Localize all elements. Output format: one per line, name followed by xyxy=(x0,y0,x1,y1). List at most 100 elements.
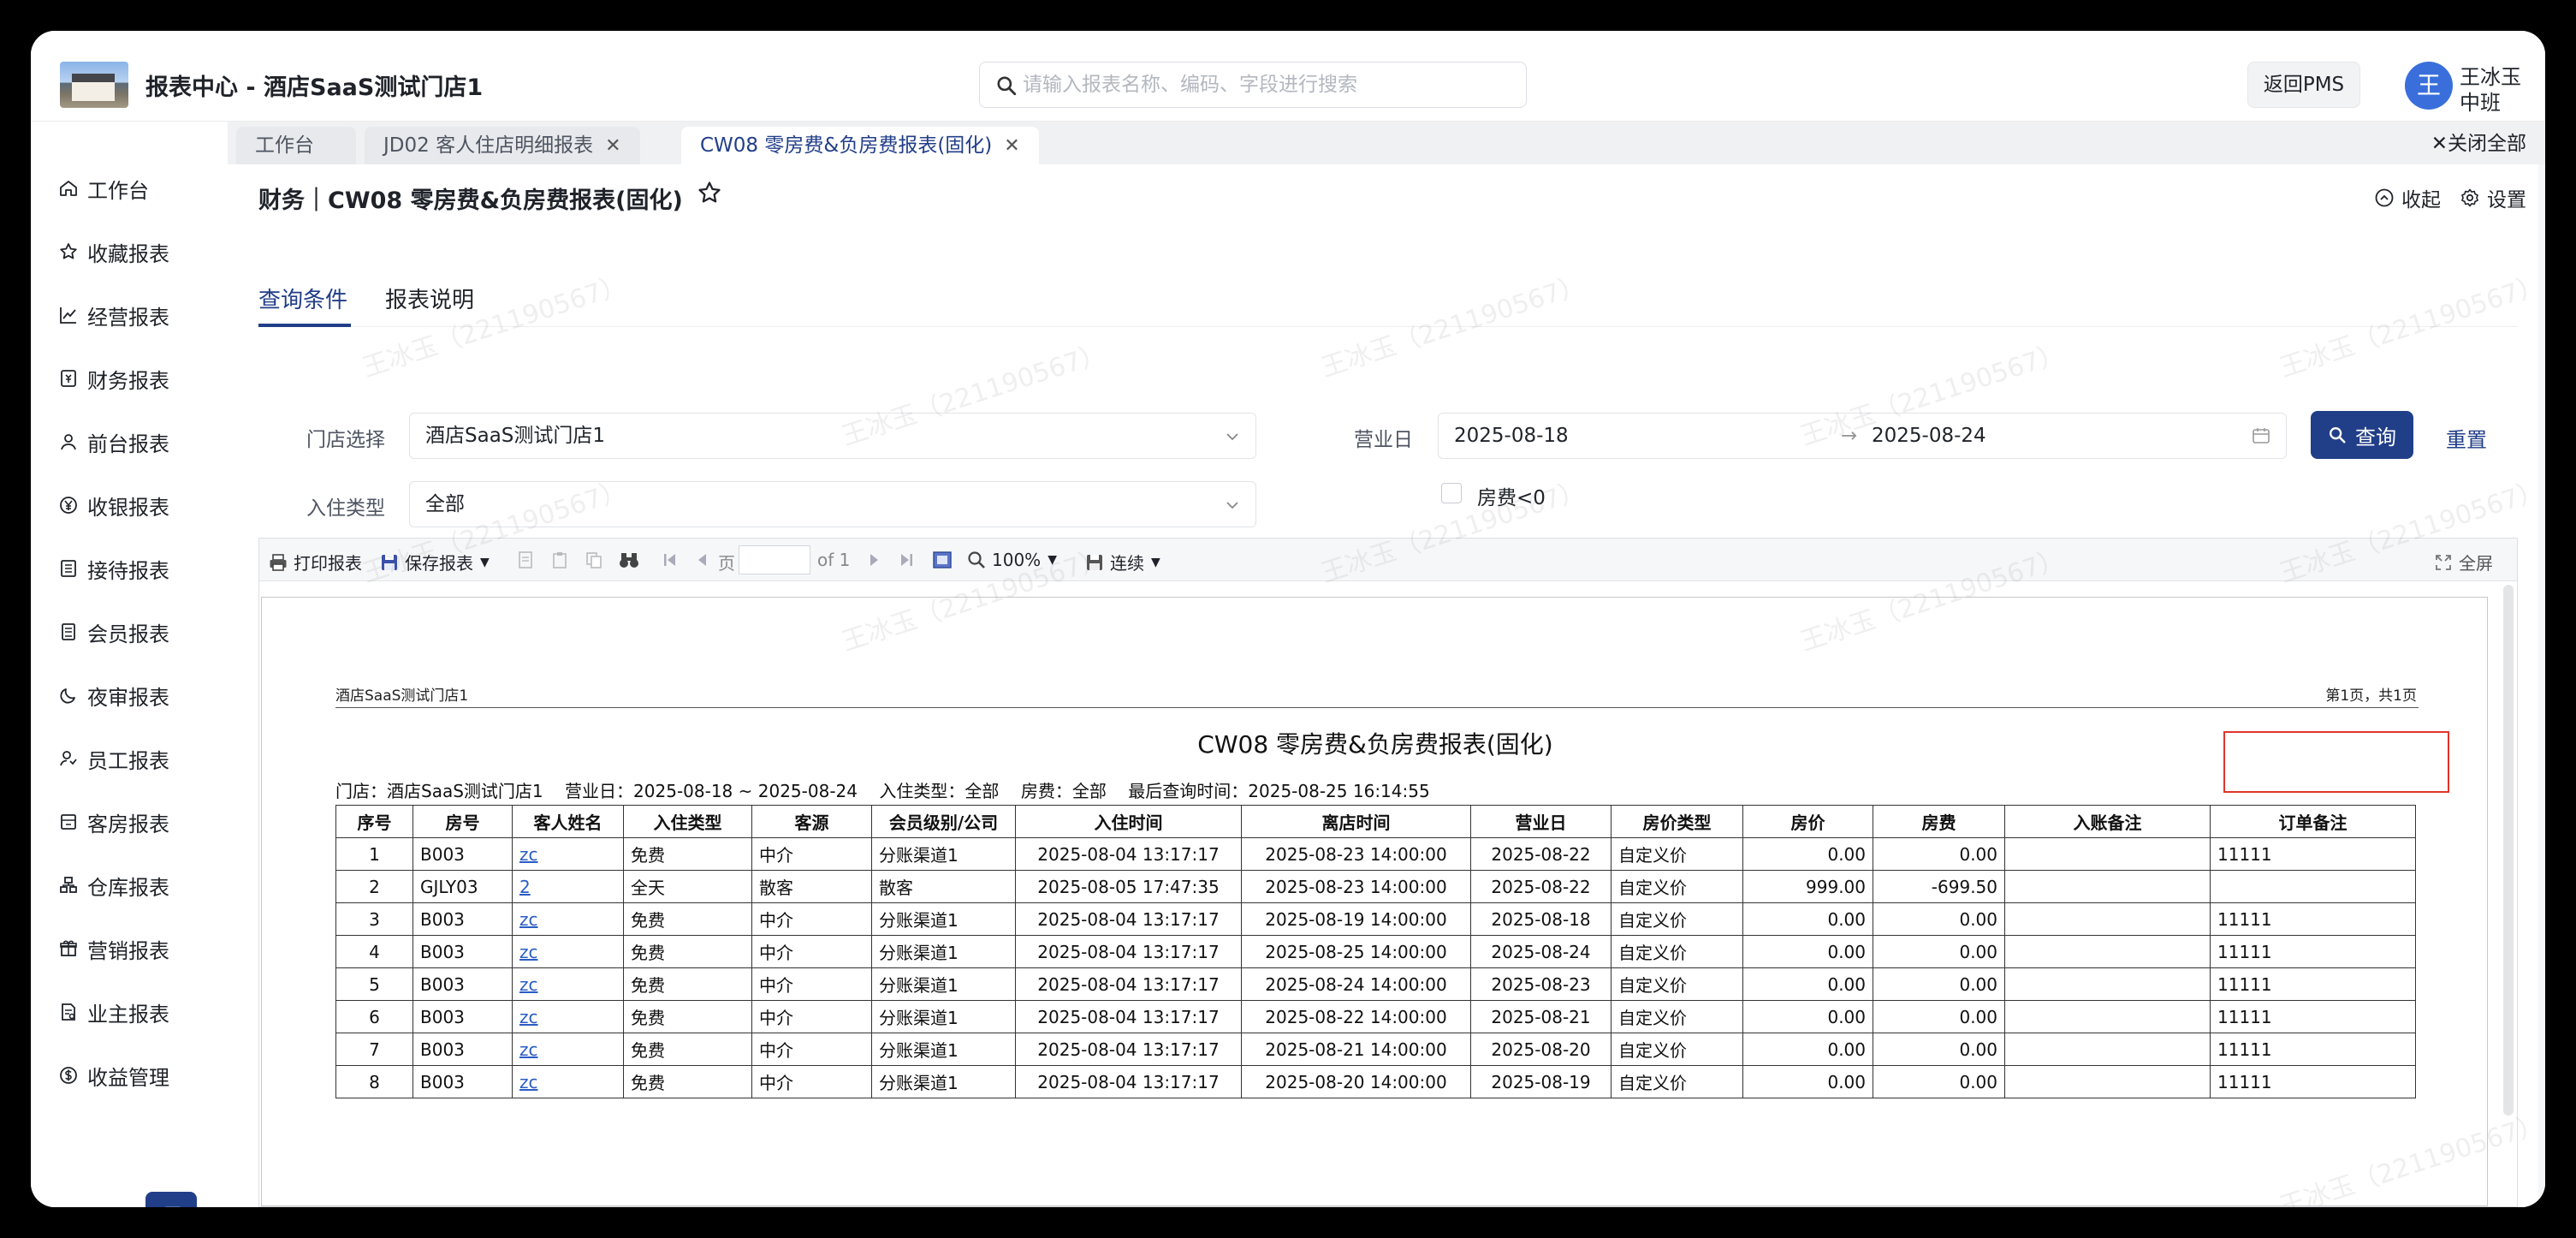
sidebar-item-5[interactable]: 前台报表 xyxy=(58,425,169,459)
table-cell: 999.00 xyxy=(1742,870,1873,903)
table-cell[interactable]: zc xyxy=(512,967,624,1001)
guest-name-link[interactable]: zc xyxy=(519,1039,538,1060)
query-button[interactable]: 查询 xyxy=(2311,411,2413,459)
sidebar-item-7[interactable]: 接待报表 xyxy=(58,551,169,586)
guest-name-link[interactable]: zc xyxy=(519,1072,538,1092)
table-cell[interactable]: zc xyxy=(512,837,624,871)
guest-name-link[interactable]: 2 xyxy=(519,877,531,897)
sidebar-item-15[interactable]: 收益管理 xyxy=(58,1058,169,1092)
settings-button[interactable]: 设置 xyxy=(2460,183,2526,212)
column-header: 客源 xyxy=(751,805,872,838)
room-icon xyxy=(61,814,76,830)
close-icon[interactable]: ✕ xyxy=(605,128,620,165)
sidebar-item-label: 夜审报表 xyxy=(87,685,169,710)
tab-label: JD02 客人住店明细报表 xyxy=(383,134,594,157)
table-cell[interactable]: zc xyxy=(512,1033,624,1066)
table-cell: 4 xyxy=(335,935,413,968)
guest-name-link[interactable]: zc xyxy=(519,942,538,962)
table-cell: 0.00 xyxy=(1742,935,1873,968)
collapse-button[interactable]: 收起 xyxy=(2374,183,2441,212)
reset-button[interactable]: 重置 xyxy=(2446,423,2487,453)
page-view-icon[interactable] xyxy=(932,551,953,569)
column-header: 入住类型 xyxy=(623,805,752,838)
negative-room-fee-checkbox[interactable] xyxy=(1441,483,1462,503)
sidebar-item-6[interactable]: 收银报表 xyxy=(58,488,169,522)
guest-name-link[interactable]: zc xyxy=(519,974,538,995)
sidebar-item-label: 客房报表 xyxy=(87,812,169,836)
sidebar-item-11[interactable]: 客房报表 xyxy=(58,805,169,839)
tab-label: 工作台 xyxy=(255,134,314,157)
back-to-pms-button[interactable]: 返回PMS xyxy=(2247,62,2360,108)
copy-icon[interactable] xyxy=(585,551,603,569)
gift-icon xyxy=(60,940,77,956)
sidebar-item-label: 经营报表 xyxy=(87,305,169,330)
sidebar-item-4[interactable]: 财务报表 xyxy=(58,361,169,396)
table-cell: 2025-08-18 xyxy=(1470,902,1611,936)
table-cell xyxy=(2004,870,2211,903)
sidebar-item-2[interactable]: 收藏报表 xyxy=(58,235,169,269)
fullscreen-button[interactable]: 全屏 xyxy=(2433,550,2493,574)
sidebar-item-label: 前台报表 xyxy=(87,432,169,456)
date-from[interactable]: 2025-08-18 xyxy=(1454,414,1569,458)
table-cell: 分账渠道1 xyxy=(871,837,1016,871)
tab-workbench[interactable]: 工作台 xyxy=(236,127,356,164)
sidebar-item-1[interactable]: 工作台 xyxy=(58,171,149,205)
chevron-down-icon xyxy=(1226,433,1238,441)
table-cell: 11111 xyxy=(2210,837,2416,871)
sidebar-item-10[interactable]: 员工报表 xyxy=(58,741,169,776)
sidebar-item-9[interactable]: 夜审报表 xyxy=(58,678,169,712)
paste-icon[interactable] xyxy=(550,551,569,569)
previous-page-icon[interactable] xyxy=(694,551,711,568)
favorite-star-icon[interactable] xyxy=(697,180,722,205)
table-cell[interactable]: zc xyxy=(512,1000,624,1033)
guest-name-link[interactable]: zc xyxy=(519,909,538,930)
print-report-button[interactable]: 打印报表 xyxy=(268,550,362,574)
table-cell[interactable]: zc xyxy=(512,902,624,936)
tab-cw08[interactable]: CW08 零房费&负房费报表(固化) ✕ xyxy=(681,127,1039,164)
guest-name-link[interactable]: zc xyxy=(519,844,538,865)
find-binoculars-icon[interactable] xyxy=(619,551,639,569)
sidebar-item-14[interactable]: 业主报表 xyxy=(58,995,169,1029)
table-cell: B003 xyxy=(413,902,513,936)
close-all-tabs-button[interactable]: ✕关闭全部 xyxy=(2431,128,2526,159)
tab-query-conditions[interactable]: 查询条件 xyxy=(258,283,347,314)
table-cell: B003 xyxy=(413,935,513,968)
page-number-input[interactable] xyxy=(739,545,810,574)
vertical-scrollbar[interactable] xyxy=(2503,585,2514,1116)
avatar[interactable]: 王 xyxy=(2405,62,2453,110)
sidebar-item-3[interactable]: 经营报表 xyxy=(58,298,169,332)
report-search[interactable] xyxy=(979,62,1527,108)
table-cell: 8 xyxy=(335,1065,413,1098)
sidebar-collapse-button[interactable] xyxy=(145,1192,197,1207)
report-page-info: 第1页，共1页 xyxy=(2325,687,2417,705)
sidebar-item-8[interactable]: 会员报表 xyxy=(58,615,169,649)
table-cell[interactable]: 2 xyxy=(512,870,624,903)
column-header: 入住时间 xyxy=(1015,805,1242,838)
warehouse-icon xyxy=(60,877,77,893)
column-header: 序号 xyxy=(335,805,413,838)
table-cell: 免费 xyxy=(623,902,752,936)
table-cell: 2025-08-20 14:00:00 xyxy=(1241,1065,1471,1098)
table-cell: 0.00 xyxy=(1742,1065,1873,1098)
tab-report-description[interactable]: 报表说明 xyxy=(385,283,474,314)
table-cell: B003 xyxy=(413,1065,513,1098)
close-icon[interactable]: ✕ xyxy=(1004,128,1019,165)
yen-icon xyxy=(60,497,77,514)
table-cell[interactable]: zc xyxy=(512,1065,624,1098)
report-panel: 财务｜CW08 零房费&负房费报表(固化) 收起 设置 查询条件 报表说明 门店… xyxy=(228,164,2538,1207)
last-page-icon[interactable] xyxy=(898,551,915,568)
store-select[interactable]: 酒店SaaS测试门店1 xyxy=(409,413,1256,459)
next-page-icon[interactable] xyxy=(865,551,882,568)
table-cell: 2025-08-20 xyxy=(1470,1033,1611,1066)
close-icon: ✕ xyxy=(2431,133,2448,155)
sidebar-item-13[interactable]: 营销报表 xyxy=(58,931,169,966)
tab-jd02[interactable]: JD02 客人住店明细报表 ✕ xyxy=(365,127,640,164)
first-page-icon[interactable] xyxy=(662,551,679,568)
search-input[interactable] xyxy=(1023,71,1511,98)
sidebar-item-label: 接待报表 xyxy=(87,558,169,583)
guest-name-link[interactable]: zc xyxy=(519,1007,538,1027)
table-cell[interactable]: zc xyxy=(512,935,624,968)
document-icon[interactable] xyxy=(516,551,535,569)
sidebar-item-12[interactable]: 仓库报表 xyxy=(58,868,169,902)
column-header: 客人姓名 xyxy=(512,805,624,838)
